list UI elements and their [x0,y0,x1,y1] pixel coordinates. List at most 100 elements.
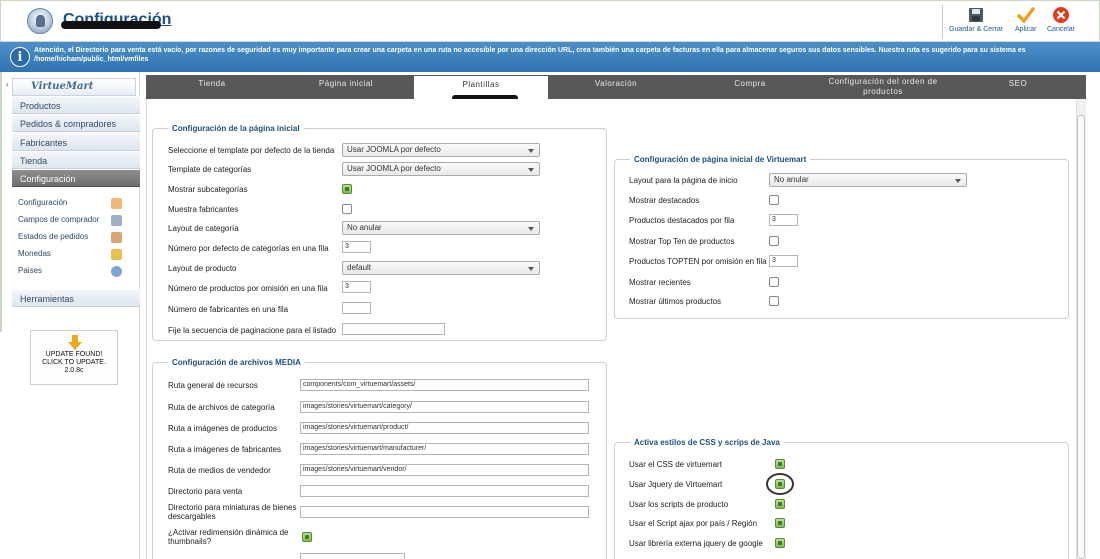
update-notice-button[interactable]: UPDATE FOUND! CLICK TO UPDATE. 2.0.8c [30,330,118,385]
field-label: Muestra fabricantes [168,205,239,214]
tab-seo[interactable]: SEO [950,75,1086,99]
sidebar-item-tienda[interactable]: Tienda [12,151,140,169]
save-close-button[interactable]: Guardar & Cerrar [949,6,1003,33]
field-label: Seleccione el template por defecto de la… [168,146,335,155]
sidebar-item-configuracion[interactable]: Configuración [12,169,140,187]
sidebar-item-herramientas[interactable]: Herramientas [12,289,140,307]
apply-button[interactable]: Aplicar [1015,6,1036,33]
header-bar: Configuración Guardar & Cerrar Aplicar C… [0,0,1100,42]
manufacturers-per-row-input[interactable] [342,302,371,314]
show-topten-checkbox[interactable] [769,236,779,246]
field-label: Ruta general de recursos [168,381,258,390]
field-label: Ruta a imágenes de fabricantes [168,445,281,454]
field-label: Número de fabricantes en una fila [168,305,289,314]
show-recent-checkbox[interactable] [769,277,779,287]
sidebar-subitem-monedas[interactable]: Monedas [18,246,128,262]
show-manufacturers-checkbox[interactable] [342,204,352,214]
tab-compra[interactable]: Compra [684,75,816,99]
field-label: Layout de categoría [168,224,239,233]
category-path-input[interactable]: images/stories/virtuemart/category/ [300,401,589,413]
field-label: Template de categorías [168,165,252,174]
field-label: Ruta de medios de vendedor [168,466,271,475]
field-label: Usar el CSS de virtuemart [629,460,722,469]
field-label: Ruta de archivos de categoría [168,403,275,412]
checkmark-icon [1016,7,1035,24]
info-icon: i [10,47,30,67]
template-default-select[interactable]: Usar JOOMLA por defecto [342,143,540,157]
use-vm-css-checkbox[interactable] [775,459,785,469]
virtuemart-logo-icon [27,8,53,34]
downloadable-thumbs-input[interactable] [300,506,589,518]
cancel-button[interactable]: Cancelar [1047,6,1075,33]
sidebar-edge [0,72,2,332]
panel-virtuemart-inicio-legend: Configuración de página inicial de Virtu… [630,155,811,164]
field-label: Directorio para venta [168,487,243,496]
field-label: Mostrar Top Ten de productos [629,237,735,246]
config-tab-bar: Tienda Página inicial Plantillas Valorac… [146,75,1086,101]
field-label: Usar librería externa jquery de google [629,539,763,548]
sale-directory-input[interactable] [300,485,589,497]
chevron-down-icon [528,227,534,231]
product-path-input[interactable]: images/stories/virtuemart/product/ [300,422,589,434]
field-label: Fije la secuencia de paginacione para el… [168,326,337,335]
field-label: Mostrar destacados [629,196,700,205]
use-product-scripts-checkbox[interactable] [775,499,785,509]
warning-message-bar: i Atención, el Directorio para venta est… [0,42,1100,72]
scrollbar-thumb[interactable] [1077,115,1085,559]
field-label: Productos destacados por fila [629,216,735,225]
dynamic-thumbnail-resize-checkbox[interactable] [302,532,312,542]
tab-orden-productos[interactable]: Configuración del orden de productos [816,75,950,99]
panel-media-legend: Configuración de archivos MEDIA [168,358,305,367]
field-label: Número de productos por omisión en una f… [168,284,328,293]
wrench-icon [111,198,122,209]
field-label: ¿Activar redimensión dinámica de thumbna… [168,528,289,546]
field-label: Mostrar subcategorías [168,185,248,194]
tab-tienda[interactable]: Tienda [146,75,278,99]
category-template-select[interactable]: Usar JOOMLA por defecto [342,162,540,176]
use-google-jquery-checkbox[interactable] [775,538,785,548]
vendor-path-input[interactable]: images/stories/virtuemart/vendor/ [300,464,589,476]
highlight-circle-annotation [766,473,794,495]
field-label: Usar los scripts de producto [629,500,729,509]
tab-pagina-inicial[interactable]: Página inicial [278,75,414,99]
field-label: Ruta a imágenes de productos [168,424,277,433]
sidebar-subitem-campos-comprador[interactable]: Campos de comprador [18,212,128,228]
field-label: Mostrar últimos productos [629,297,722,306]
category-layout-select[interactable]: No anular [342,221,540,235]
field-label: Layout para la página de inicio [629,176,738,185]
products-per-row-input[interactable]: 3 [342,281,371,293]
show-subcategories-checkbox[interactable] [342,184,352,194]
save-icon [969,8,984,22]
sidebar-subitem-estados-pedidos[interactable]: Estados de pedidos [18,229,128,245]
tab-valoracion[interactable]: Valoración [548,75,684,99]
featured-per-row-input[interactable]: 3 [769,214,798,226]
field-label: Número por defecto de categorías en una … [168,244,329,253]
categories-per-row-input[interactable]: 3 [342,241,371,253]
pagination-sequence-input[interactable] [342,323,445,335]
chevron-down-icon [528,149,534,153]
sidebar-subitem-paises[interactable]: Paises [18,263,128,279]
sidebar-collapse-icon[interactable]: ‹ [6,80,9,89]
show-featured-checkbox[interactable] [769,195,779,205]
sidebar-item-pedidos[interactable]: Pedidos & compradores [12,114,140,132]
use-ajax-country-script-checkbox[interactable] [775,518,785,528]
show-latest-checkbox[interactable] [769,296,779,306]
field-label: Mostrar recientes [629,278,691,287]
globe-icon [111,266,122,277]
product-layout-select[interactable]: default [342,261,540,275]
field-label: Usar Jquery de Virtuemart [629,480,723,489]
chevron-down-icon [955,179,961,183]
sidebar-item-productos[interactable]: Productos [12,96,140,114]
sidebar-item-fabricantes[interactable]: Fabricantes [12,133,140,151]
field-label: Usar el Script ajax por país / Región [629,519,758,528]
home-layout-select[interactable]: No anular [769,173,967,187]
panel-pagina-inicial-legend: Configuración de la página inicial [168,124,304,133]
field-label: Productos TOPTEN por omisión en fila [629,257,767,266]
manufacturer-path-input[interactable]: images/stories/virtuemart/manufacturer/ [300,443,589,455]
field-label: Directorio para miniaturas de bienes des… [168,503,297,521]
topten-per-row-input[interactable]: 3 [769,255,798,267]
thumbnail-size-input[interactable] [300,553,405,559]
assets-path-input[interactable]: components/com_virtuemart/assets/ [300,379,589,391]
sidebar-subitem-configuracion[interactable]: Configuración [18,195,128,211]
virtuemart-brand-logo: VirtueMart [12,78,136,96]
